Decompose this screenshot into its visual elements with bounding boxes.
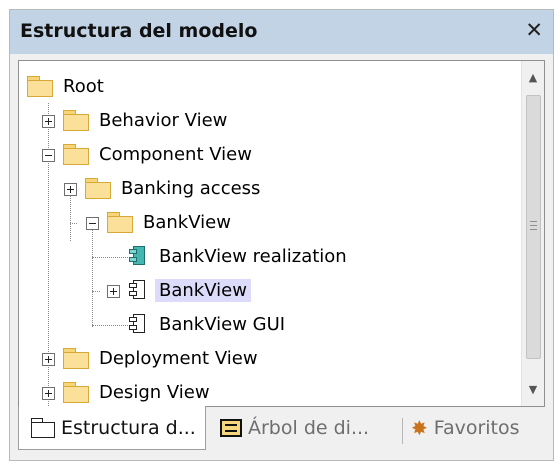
tree-guide-line <box>92 257 128 258</box>
folder-icon <box>107 212 133 233</box>
folder-icon <box>85 178 111 199</box>
tree-item-label: Component View <box>99 143 252 165</box>
tree-item-label: BankView realization <box>159 245 347 267</box>
tree-item-label: Design View <box>99 381 210 403</box>
folder-icon <box>63 382 89 403</box>
tree-item-bankview-gui[interactable]: BankView GUI <box>129 309 289 339</box>
panel-title: Estructura del modelo <box>20 20 258 42</box>
panel-tabs: Estructura d... Árbol de di... ✸ Favorit… <box>10 406 553 460</box>
tab-diagram-tree[interactable]: Árbol de di... <box>220 406 400 450</box>
expand-icon[interactable] <box>42 387 55 400</box>
collapse-icon[interactable] <box>86 217 99 230</box>
component-icon <box>129 279 147 301</box>
tree-item-label: BankView GUI <box>159 313 286 335</box>
tab-label: Favoritos <box>433 417 520 439</box>
tab-separator <box>402 418 403 444</box>
tree-item-bankview-component[interactable]: BankView <box>129 275 251 305</box>
tree-item-label: Behavior View <box>99 109 228 131</box>
collapse-icon[interactable] <box>42 149 55 162</box>
tab-label: Estructura d... <box>61 416 196 439</box>
folder-icon <box>63 348 89 369</box>
component-realization-icon <box>129 245 147 267</box>
tree-guide-line <box>92 325 128 326</box>
tab-label: Árbol de di... <box>248 417 370 439</box>
folder-icon <box>63 110 89 131</box>
tree-item-deployment-view[interactable]: Deployment View <box>63 343 262 373</box>
tab-model-structure[interactable]: Estructura d... <box>18 406 206 450</box>
tree-guide-line <box>70 189 71 241</box>
folder-icon <box>31 417 55 438</box>
model-tree: Root Behavior View Component View Bankin… <box>18 60 545 407</box>
scroll-down-icon[interactable]: ▼ <box>522 379 544 401</box>
tree-guide-line <box>70 223 77 224</box>
tree-item-root[interactable]: Root <box>27 71 108 101</box>
tree-item-banking-access[interactable]: Banking access <box>85 173 264 203</box>
tree-item-bankview-folder[interactable]: BankView <box>107 207 235 237</box>
tree-item-behavior-view[interactable]: Behavior View <box>63 105 231 135</box>
diagram-tree-icon <box>220 419 242 437</box>
favorites-icon: ✸ <box>411 416 428 440</box>
tree-item-label: Root <box>63 75 104 97</box>
model-structure-panel: Estructura del modelo ✕ Root Behavior Vi… <box>9 9 554 461</box>
component-icon <box>129 313 147 335</box>
tree-item-design-view[interactable]: Design View <box>63 377 214 406</box>
close-icon[interactable]: ✕ <box>525 18 543 42</box>
tree-guide-line <box>92 291 100 292</box>
tree-item-label: Deployment View <box>99 347 258 369</box>
panel-title-bar: Estructura del modelo ✕ <box>10 10 553 54</box>
folder-icon <box>27 76 53 97</box>
vertical-scrollbar[interactable]: ▲ ▼ <box>521 61 544 406</box>
scroll-up-icon[interactable]: ▲ <box>522 67 544 89</box>
tab-favorites[interactable]: ✸ Favoritos <box>411 406 551 450</box>
expand-icon[interactable] <box>64 183 77 196</box>
scrollbar-thumb[interactable] <box>526 95 541 359</box>
tree-item-label: BankView <box>155 278 251 302</box>
expand-icon[interactable] <box>42 353 55 366</box>
expand-icon[interactable] <box>42 115 55 128</box>
expand-icon[interactable] <box>107 285 120 298</box>
folder-icon <box>63 144 89 165</box>
tree-item-label: BankView <box>143 211 231 233</box>
tree-item-label: Banking access <box>121 177 261 199</box>
tree-item-component-view[interactable]: Component View <box>63 139 256 169</box>
tree-guide-line <box>92 223 93 327</box>
tree-item-bankview-realization[interactable]: BankView realization <box>129 241 351 271</box>
